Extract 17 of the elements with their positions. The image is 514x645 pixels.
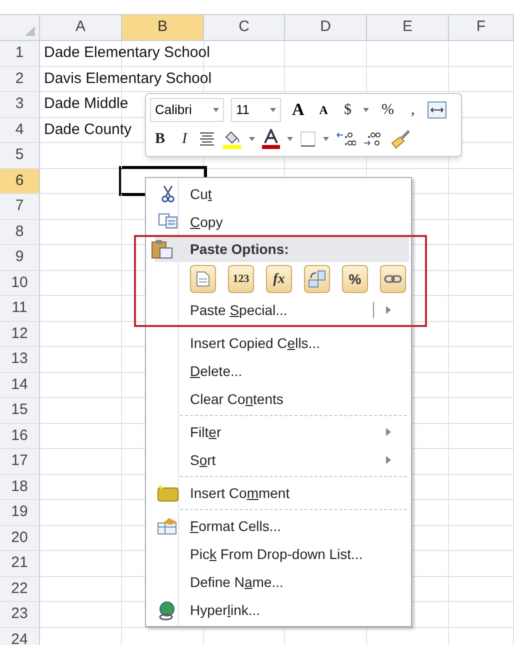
- menu-item-label: Insert Copied Cells...: [190, 334, 320, 353]
- menu-item-label: Delete...: [190, 362, 242, 380]
- cell-text: Dade County: [43, 120, 132, 140]
- cell-text: Dade Middle: [43, 94, 128, 114]
- menu-item-label: Clear Contents: [190, 390, 284, 408]
- cell-text: Davis Elementary School: [43, 68, 212, 88]
- menu-item-label: Define Name...: [190, 572, 284, 592]
- menu-item-label: Format Cells...: [190, 516, 282, 536]
- menu-item-label: Paste Special...: [190, 300, 288, 320]
- cell-text: Dade Elementary School: [43, 43, 210, 63]
- menu-item-label: Pick From Drop-down List...: [190, 544, 363, 564]
- menu-item-label: Filter: [190, 422, 222, 442]
- menu-item-label: Copy: [190, 212, 223, 232]
- menu-item-label: Cut: [190, 184, 212, 204]
- menu-item-label: Sort: [190, 450, 216, 470]
- menu-item-label: Hyperlink...: [190, 600, 260, 620]
- menu-item-label: Insert Comment: [190, 484, 290, 502]
